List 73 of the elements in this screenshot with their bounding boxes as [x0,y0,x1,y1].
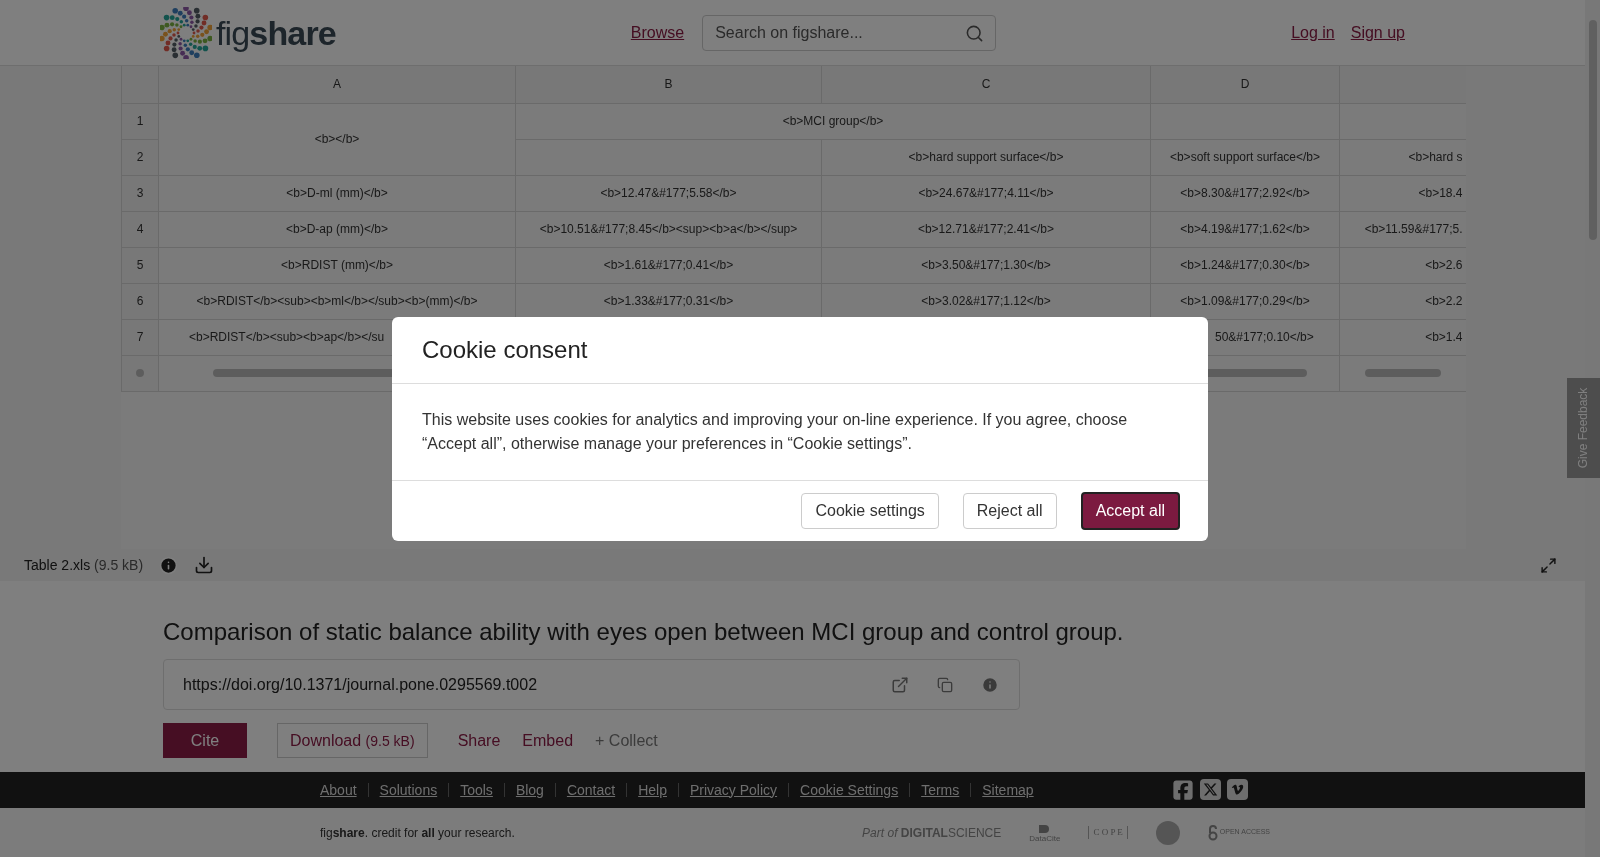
action-link[interactable]: Share [457,728,501,753]
download-icon[interactable] [194,555,215,575]
table-cell: <b>8.30&#177;2.92</b> [1150,175,1340,211]
auth-link[interactable]: Sign up [1350,20,1405,45]
partner-logo[interactable]: Part of DIGITALSCIENCE [862,823,1002,842]
table-cell: <b>1.4 [1339,319,1466,355]
table-cell: <b>2.6 [1339,247,1466,283]
dialog-text: This website uses cookies for analytics and improving your on-line experience. If you agree, choose “Accept all”, otherwise manage your preferences in “Cookie settings”. [422,410,1129,454]
download-button[interactable]: Download (9.5 kB) [277,723,428,758]
info-icon[interactable] [981,675,999,694]
doi-link[interactable]: https://doi.org/10.1371/journal.pone.0295569.t002 [183,672,863,697]
logo-wordmark[interactable]: figshare [216,15,336,50]
table-cell: <b>11.59&#177;5. [1339,211,1466,247]
dialog-button[interactable]: Reject all [962,493,1057,529]
row-number: 6 [121,283,159,319]
external-link-icon[interactable] [891,675,909,694]
tagline: figshare. credit for all your research. [320,824,515,842]
column-header: D [1150,66,1340,103]
table-cell: <b>10.51&#177;8.45</b><sup><b>a</b></sup> [515,211,822,247]
footer-link[interactable]: Blog [515,779,544,801]
logo-icon [160,6,212,59]
column-header: A [158,66,516,103]
table-cell: <b>4.19&#177;1.62</b> [1150,211,1340,247]
column-header: B [515,66,822,103]
table-cell: <b>12.47&#177;5.58</b> [515,175,822,211]
table-cell: <b>MCI group</b> [515,103,1151,139]
table-cell: <b>1.61&#177;0.41</b> [515,247,822,283]
blurred-text [136,369,144,377]
x-icon[interactable] [1200,779,1221,800]
table-cell: <b>12.71&#177;2.41</b> [821,211,1151,247]
column-header: C [821,66,1151,103]
footer-link[interactable]: Solutions [379,779,438,801]
footer-link[interactable]: Sitemap [982,779,1034,801]
footer-link[interactable]: Help [638,779,667,801]
dialog-button[interactable]: Cookie settings [801,493,939,529]
table-cell: <b>D-ml (mm)</b> [158,175,516,211]
table-cell: <b>RDIST (mm)</b> [158,247,516,283]
nav-link[interactable]: Browse [630,20,685,45]
footer-link[interactable]: Privacy Policy [689,779,778,801]
accept-button[interactable]: Accept all [1080,492,1180,530]
footer-link[interactable]: Terms [921,779,960,801]
info-icon[interactable] [159,555,179,575]
table-cell: <b>soft support surface</b> [1150,139,1340,175]
row-number: 3 [121,175,159,211]
footer-link[interactable]: About [320,779,357,801]
article-title: Comparison of static balance ability with eyes open between MCI group and control group. [163,617,1125,647]
table-cell: <b>1.24&#177;0.30</b> [1150,247,1340,283]
table-cell: <b>3.50&#177;1.30</b> [821,247,1151,283]
vimeo-icon[interactable] [1227,779,1248,800]
file-name: Table 2.xls (9.5 kB) [24,555,144,575]
table-cell: <b>18.4 [1339,175,1466,211]
table-cell: <b>D-ap (mm)</b> [158,211,516,247]
row-number: 5 [121,247,159,283]
table-cell: <b>2.2 [1339,283,1466,319]
table-cell: <b>24.67&#177;4.11</b> [821,175,1151,211]
table-cell: <b>hard support surface</b> [821,139,1151,175]
search-icon[interactable] [965,23,985,43]
footer-link[interactable]: Cookie Settings [800,779,899,801]
row-number: 4 [121,211,159,247]
search-field[interactable]: Search on figshare... [702,14,997,51]
copy-icon[interactable] [937,676,953,693]
row-number: 1 [121,103,159,139]
facebook-icon[interactable] [1172,779,1194,801]
footer-link[interactable]: Contact [566,779,616,801]
row-number: 2 [121,139,159,175]
footer-link[interactable]: Tools [460,779,493,801]
cite-button[interactable]: Cite [163,723,247,758]
fullscreen-icon[interactable] [1540,556,1557,574]
action-link[interactable]: Embed [522,728,574,753]
table-cell: <b>hard s [1339,139,1466,175]
row-number: 7 [121,319,159,355]
auth-link[interactable]: Log in [1291,20,1335,45]
collect-button[interactable]: + Collect [595,728,658,753]
